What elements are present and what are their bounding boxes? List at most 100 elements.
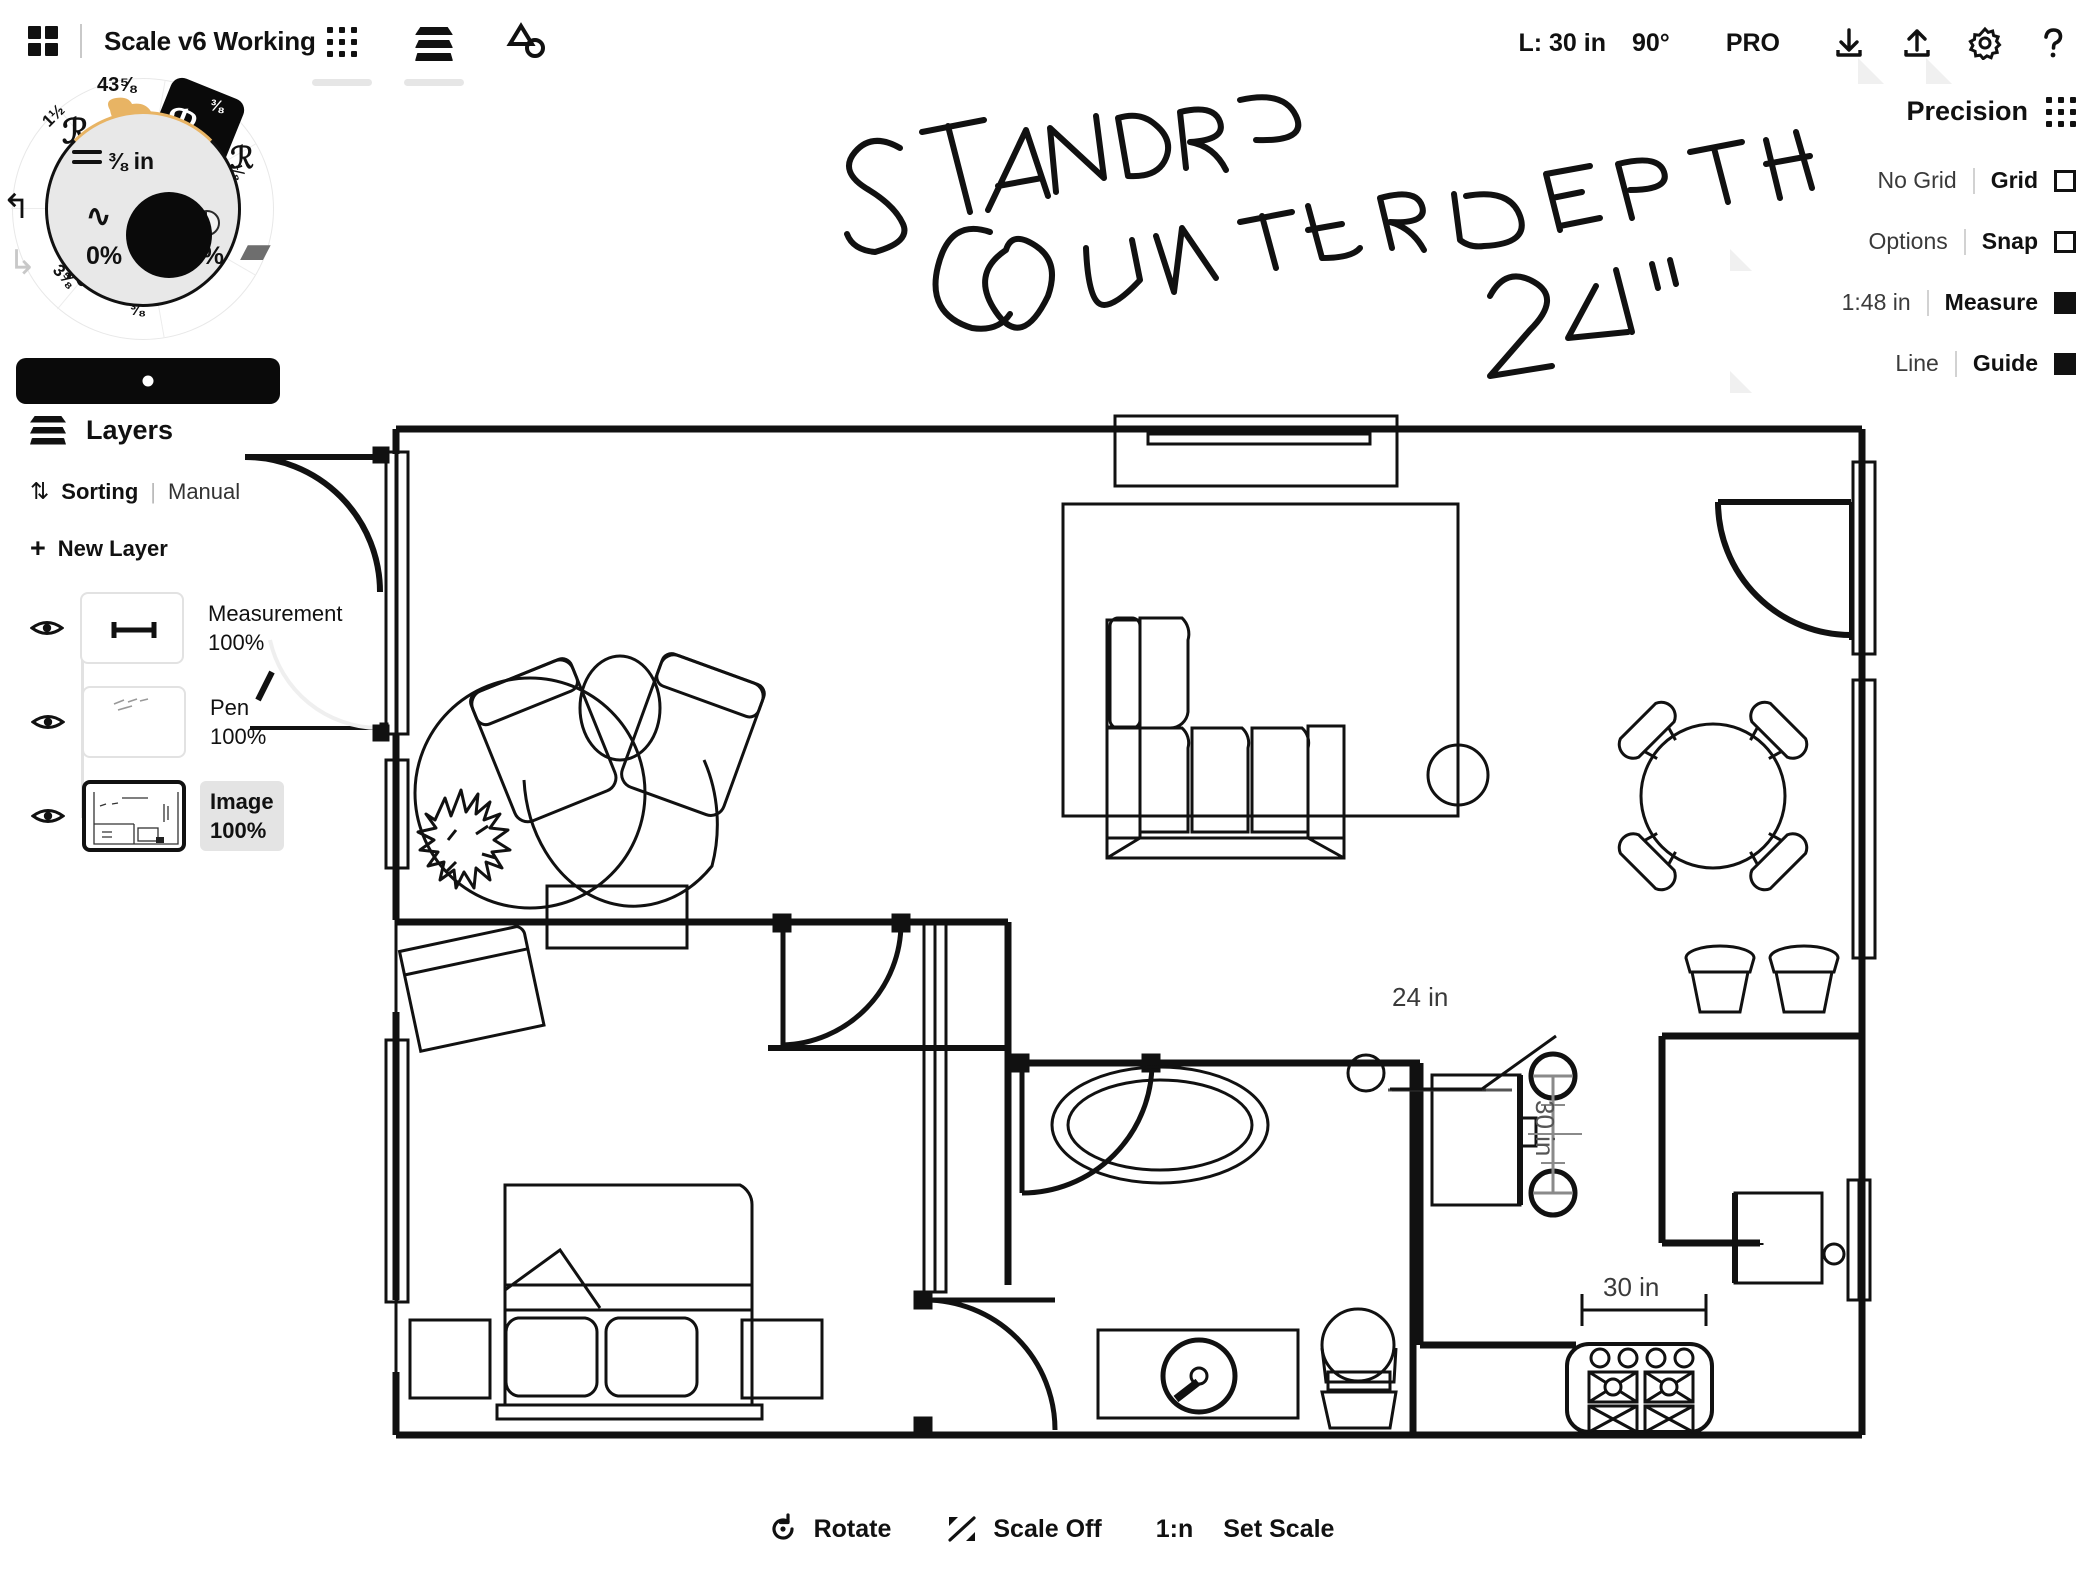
measurement-thumb-icon <box>111 622 157 638</box>
snap-label: Snap <box>1981 228 2038 254</box>
layer-meta-measurement: Measurement 100% <box>198 593 353 663</box>
layers-tool[interactable] <box>404 22 464 86</box>
dimension-label-30in-vertical[interactable]: 30 in <box>1529 1100 1560 1156</box>
settings-button[interactable] <box>1964 22 2006 64</box>
brush-size-label: ⅜ in <box>108 148 155 174</box>
line-label: Line <box>1895 350 1939 376</box>
layer-item-image[interactable]: Image 100% <box>30 780 330 852</box>
tool-pill-bar[interactable] <box>16 358 280 404</box>
icon-shadow <box>1858 58 1884 84</box>
pro-badge[interactable]: PRO <box>1726 29 1780 58</box>
download-icon <box>1836 28 1862 57</box>
download-button[interactable] <box>1828 22 1884 84</box>
icon-shadow <box>1926 58 1952 84</box>
grid-label: Grid <box>1990 167 2038 193</box>
layers-list: Measurement 100% Pen 100% Image 100% <box>30 592 343 852</box>
layers-title: Layers <box>86 415 174 445</box>
guide-checkbox[interactable] <box>2054 352 2076 375</box>
layer-item-pen[interactable]: Pen 100% <box>30 686 330 758</box>
icon-shadow <box>1730 371 1752 393</box>
new-layer-label: New Layer <box>57 535 168 561</box>
wheel-swatch-value: 43⅝ <box>97 74 136 96</box>
precision-row-measure[interactable]: 1:48 in Measure <box>1736 289 2076 316</box>
dots-grid-icon[interactable] <box>2046 96 2076 127</box>
shape-tool[interactable] <box>502 22 550 78</box>
layer-visibility-toggle[interactable] <box>30 805 66 827</box>
scale-icon <box>948 1516 976 1542</box>
layer-opacity: 100% <box>210 818 267 843</box>
layers-stack-icon <box>30 415 66 446</box>
grid-state-label: No Grid <box>1877 167 1957 193</box>
measure-label: Measure <box>1944 289 2038 315</box>
sorting-value: Manual <box>168 478 241 504</box>
new-layer-button[interactable]: + New Layer <box>30 533 330 564</box>
precision-panel: Precision No Grid Grid Options Snap 1:48… <box>1730 96 2076 411</box>
layer-name: Measurement <box>208 600 343 626</box>
row-divider <box>1972 167 1975 194</box>
help-icon <box>2044 28 2063 58</box>
tool-underline <box>404 79 464 86</box>
layer-thumbnail-image[interactable] <box>82 780 186 852</box>
layer-opacity: 100% <box>208 630 265 655</box>
layer-visibility-toggle[interactable] <box>30 617 64 639</box>
snap-checkbox[interactable] <box>2054 230 2076 253</box>
scale-toggle-button[interactable]: Scale Off <box>945 1512 1102 1546</box>
layers-panel: Layers ⇅ Sorting | Manual + New Layer Me… <box>30 415 343 874</box>
grid-checkbox[interactable] <box>2054 169 2076 192</box>
layer-name: Image <box>210 788 274 814</box>
layer-thumbnail-measurement[interactable] <box>80 592 184 664</box>
precision-header[interactable]: Precision <box>1736 96 2076 127</box>
eye-icon <box>31 809 65 823</box>
rotate-label: Rotate <box>813 1514 892 1543</box>
current-color-swatch[interactable] <box>126 192 212 278</box>
layer-meta-pen: Pen 100% <box>200 687 276 757</box>
precision-title: Precision <box>1906 96 2028 126</box>
precision-row-guide[interactable]: Line Guide <box>1730 350 2076 393</box>
angle-readout: 90° <box>1632 28 1670 57</box>
row-divider <box>1926 289 1929 316</box>
snap-options-label: Options <box>1868 228 1948 254</box>
layer-thumbnail-pen[interactable] <box>82 686 186 758</box>
eye-icon <box>31 715 65 729</box>
stroke-preview-4[interactable]: ▰ <box>240 230 271 270</box>
redo-arrow-icon[interactable]: ↳ <box>8 246 37 280</box>
brush-wheel[interactable]: 43⅝ 1½ 3⅝ ⅜ ⅛ ℛ ℛ ∿ ▰ ·∴⁘⁙⁚⁛·∴⁘ ⅜ ℛ ↰ ↳ … <box>2 74 284 350</box>
document-title[interactable]: Scale v6 Working <box>104 26 316 57</box>
pressure-wave-icon: ∿ <box>86 200 112 233</box>
handwriting-annotation <box>844 94 1815 379</box>
scale-label: Scale Off <box>993 1514 1102 1543</box>
help-button[interactable] <box>2032 22 2074 64</box>
layer-meta-image: Image 100% <box>200 780 284 852</box>
length-readout: L: 30 in <box>1518 28 1606 57</box>
layers-stack-icon <box>415 27 453 61</box>
eye-icon <box>30 621 64 635</box>
selected-brush-size: ⅜ <box>209 97 225 116</box>
dimension-label-24in[interactable]: 24 in <box>1392 982 1448 1013</box>
upload-button[interactable] <box>1896 22 1952 84</box>
dots-grid-icon <box>327 27 357 57</box>
dimension-label-30in-horizontal[interactable]: 30 in <box>1603 1272 1659 1303</box>
measure-checkbox[interactable] <box>2054 291 2076 314</box>
sorting-label: Sorting <box>61 478 139 504</box>
precision-row-grid[interactable]: No Grid Grid <box>1736 167 2076 194</box>
pen-thumb-icon <box>113 698 149 711</box>
layers-sorting-row[interactable]: ⇅ Sorting | Manual <box>30 478 330 505</box>
set-scale-label: Set Scale <box>1223 1514 1335 1543</box>
rotate-icon <box>771 1513 794 1540</box>
size-equals-icon <box>72 150 102 166</box>
top-toolbar: Scale v6 Working L: 30 in 90° PRO <box>0 0 2100 92</box>
row-divider <box>1954 350 1957 377</box>
layers-header[interactable]: Layers <box>30 415 330 446</box>
layer-opacity: 100% <box>210 724 267 749</box>
layer-visibility-toggle[interactable] <box>30 711 66 733</box>
grid-four-icon[interactable] <box>28 26 58 56</box>
wheel-inner-ring[interactable]: ⅜ in ∿ 0% 100% <box>45 111 241 307</box>
undo-arrow-icon[interactable]: ↰ <box>2 190 31 224</box>
layer-item-measurement[interactable]: Measurement 100% <box>30 592 343 664</box>
precision-row-snap[interactable]: Options Snap <box>1730 228 2076 271</box>
set-scale-button[interactable]: 1:n Set Scale <box>1156 1515 1335 1544</box>
objects-tool[interactable] <box>312 22 372 86</box>
pill-indicator-dot <box>142 375 154 387</box>
stroke-preview-2[interactable]: ℛ <box>230 144 254 174</box>
rotate-button[interactable]: Rotate <box>766 1512 892 1546</box>
